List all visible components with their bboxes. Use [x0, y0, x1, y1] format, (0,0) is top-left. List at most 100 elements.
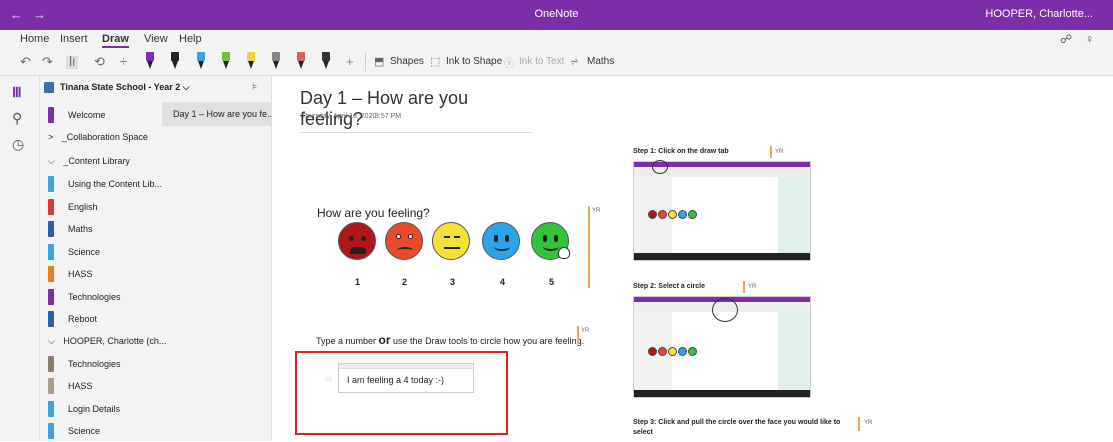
very-happy-face-icon — [531, 222, 570, 260]
section-group-student[interactable]: ⌵ HOOPER, Charlotte (ch... — [48, 336, 166, 347]
section-color-tab — [48, 176, 54, 192]
section-label: HASS — [68, 269, 93, 279]
section-color-tab — [48, 311, 54, 327]
tab-insert[interactable]: Insert — [60, 33, 88, 45]
redo-icon[interactable]: ↷ — [42, 54, 53, 70]
notebook-icon — [44, 82, 54, 93]
tab-draw[interactable]: Draw — [102, 33, 129, 48]
lasso-select-icon[interactable]: ⟲ — [94, 54, 105, 70]
section-student-technologies[interactable]: Technologies — [48, 353, 158, 375]
undo-icon[interactable]: ↶ — [20, 54, 31, 70]
share-icon[interactable]: ☍ — [1060, 32, 1072, 46]
pen-red-icon[interactable] — [297, 52, 305, 70]
shapes-icon[interactable]: ⬒ — [374, 55, 384, 68]
add-pen-icon[interactable]: + — [346, 54, 354, 69]
section-label: Technologies — [68, 359, 121, 369]
section-group-label: HOOPER, Charlotte (ch... — [63, 336, 167, 346]
highlighter-yellow-icon[interactable] — [247, 52, 255, 70]
page-item-day-1[interactable]: Day 1 – How are you fe... — [162, 102, 272, 126]
answer-text[interactable]: I am feeling a 4 today :-) — [347, 375, 444, 385]
section-label: Technologies — [68, 292, 121, 302]
search-icon[interactable]: ⚲ — [12, 110, 22, 127]
left-rail: Ⅲ ⚲ ◷ — [0, 76, 40, 441]
type-select-icon[interactable]: ꟾI — [66, 56, 79, 69]
section-label: English — [68, 202, 98, 212]
section-english[interactable]: English — [48, 196, 158, 218]
section-color-tab — [48, 107, 54, 123]
notebooks-icon[interactable]: Ⅲ — [12, 84, 22, 101]
pen-purple-icon[interactable] — [146, 52, 154, 70]
section-color-tab — [48, 266, 54, 282]
user-account-name[interactable]: HOOPER, Charlotte... — [985, 8, 1093, 20]
tab-view[interactable]: View — [144, 33, 168, 45]
section-student-science[interactable]: Science — [48, 420, 158, 442]
ink-to-shape-icon[interactable]: ⬚ — [430, 55, 440, 68]
face-number-3: 3 — [450, 277, 456, 287]
chevron-down-icon: ⌵ — [182, 82, 190, 92]
pen-green-icon[interactable] — [222, 52, 230, 70]
maths-button[interactable]: Maths — [587, 56, 614, 67]
section-maths[interactable]: Maths — [48, 218, 158, 240]
tab-help[interactable]: Help — [179, 33, 202, 45]
author-tag: YR — [592, 208, 601, 214]
section-welcome[interactable]: Welcome — [48, 104, 158, 126]
step-1-screenshot — [633, 161, 811, 261]
author-bar — [858, 417, 860, 431]
section-color-tab — [48, 244, 54, 260]
instruction-text-part: use the Draw tools to circle how you are… — [390, 336, 585, 346]
section-label: Science — [68, 426, 101, 436]
happy-face-icon — [482, 222, 520, 260]
lightbulb-icon[interactable]: ♀ — [1085, 32, 1094, 46]
section-login-details[interactable]: Login Details — [48, 398, 158, 420]
face-number-2: 2 — [402, 277, 408, 287]
instruction-text: Type a number or use the Draw tools to c… — [316, 333, 584, 347]
author-bar — [577, 326, 579, 344]
page-date: Thursday, April 16, 2020 — [301, 113, 377, 120]
ink-to-shape-button[interactable]: Ink to Shape — [446, 56, 502, 67]
step-3-label-continued: select — [633, 429, 653, 436]
title-bar: ← → OneNote HOOPER, Charlotte... — [0, 0, 1113, 30]
note-container[interactable]: I am feeling a 4 today :-) — [338, 363, 474, 393]
section-group-collaboration-space[interactable]: > _Collaboration Space — [48, 132, 148, 142]
neutral-face-icon — [432, 222, 470, 260]
recent-clock-icon[interactable]: ◷ — [12, 136, 24, 153]
section-label: Reboot — [68, 314, 98, 324]
section-student-hass[interactable]: HASS — [48, 375, 158, 397]
ink-to-text-icon: ⓐ — [504, 59, 514, 70]
instruction-text-part: Type a number — [316, 336, 379, 346]
ribbon-tab-strip: Home Insert Draw View Help ☍ ♀ — [0, 30, 1113, 48]
chevron-right-icon: > — [48, 132, 54, 142]
note-grip-icon[interactable]: ▭ — [325, 375, 332, 383]
author-bar — [770, 146, 772, 158]
maths-icon[interactable]: ⩫ — [570, 55, 579, 68]
author-tag: YR — [775, 149, 784, 155]
author-tag: YR — [748, 284, 757, 290]
face-number-5: 5 — [549, 277, 555, 287]
section-reboot[interactable]: Reboot — [48, 308, 158, 330]
sort-icon[interactable]: ⊧ — [252, 82, 257, 93]
note-drag-handle[interactable] — [339, 364, 473, 369]
section-using-content-library[interactable]: Using the Content Lib... — [48, 173, 162, 195]
page-title[interactable]: Day 1 – How are you feeling? — [300, 88, 532, 133]
add-space-icon[interactable]: ÷ — [120, 54, 127, 69]
pen-dark-icon[interactable] — [322, 52, 330, 70]
pen-black-icon[interactable] — [171, 52, 179, 70]
section-technologies[interactable]: Technologies — [48, 286, 158, 308]
section-group-content-library[interactable]: ⌵ _Content Library — [48, 156, 130, 167]
section-science[interactable]: Science — [48, 241, 158, 263]
pen-blue-icon[interactable] — [197, 52, 205, 70]
angry-face-icon — [338, 222, 376, 260]
section-color-tab — [48, 221, 54, 237]
section-hass[interactable]: HASS — [48, 263, 158, 285]
section-label: Login Details — [68, 404, 121, 414]
thumbs-up-icon — [558, 247, 570, 259]
tab-home[interactable]: Home — [20, 33, 49, 45]
author-tag: YR — [864, 420, 873, 426]
face-number-4: 4 — [500, 277, 506, 287]
draw-toolbar: ↶ ↷ ꟾI ⟲ ÷ + ⬒ Shapes ⬚ Ink to Shape ⓐ I… — [0, 48, 1113, 76]
shapes-button[interactable]: Shapes — [390, 56, 424, 67]
notebook-switcher[interactable]: Tinana State School - Year 2 ⌵ — [60, 82, 190, 93]
section-color-tab — [48, 423, 54, 439]
pen-grey-icon[interactable] — [272, 52, 280, 70]
step-2-label: Step 2: Select a circle — [633, 283, 705, 290]
